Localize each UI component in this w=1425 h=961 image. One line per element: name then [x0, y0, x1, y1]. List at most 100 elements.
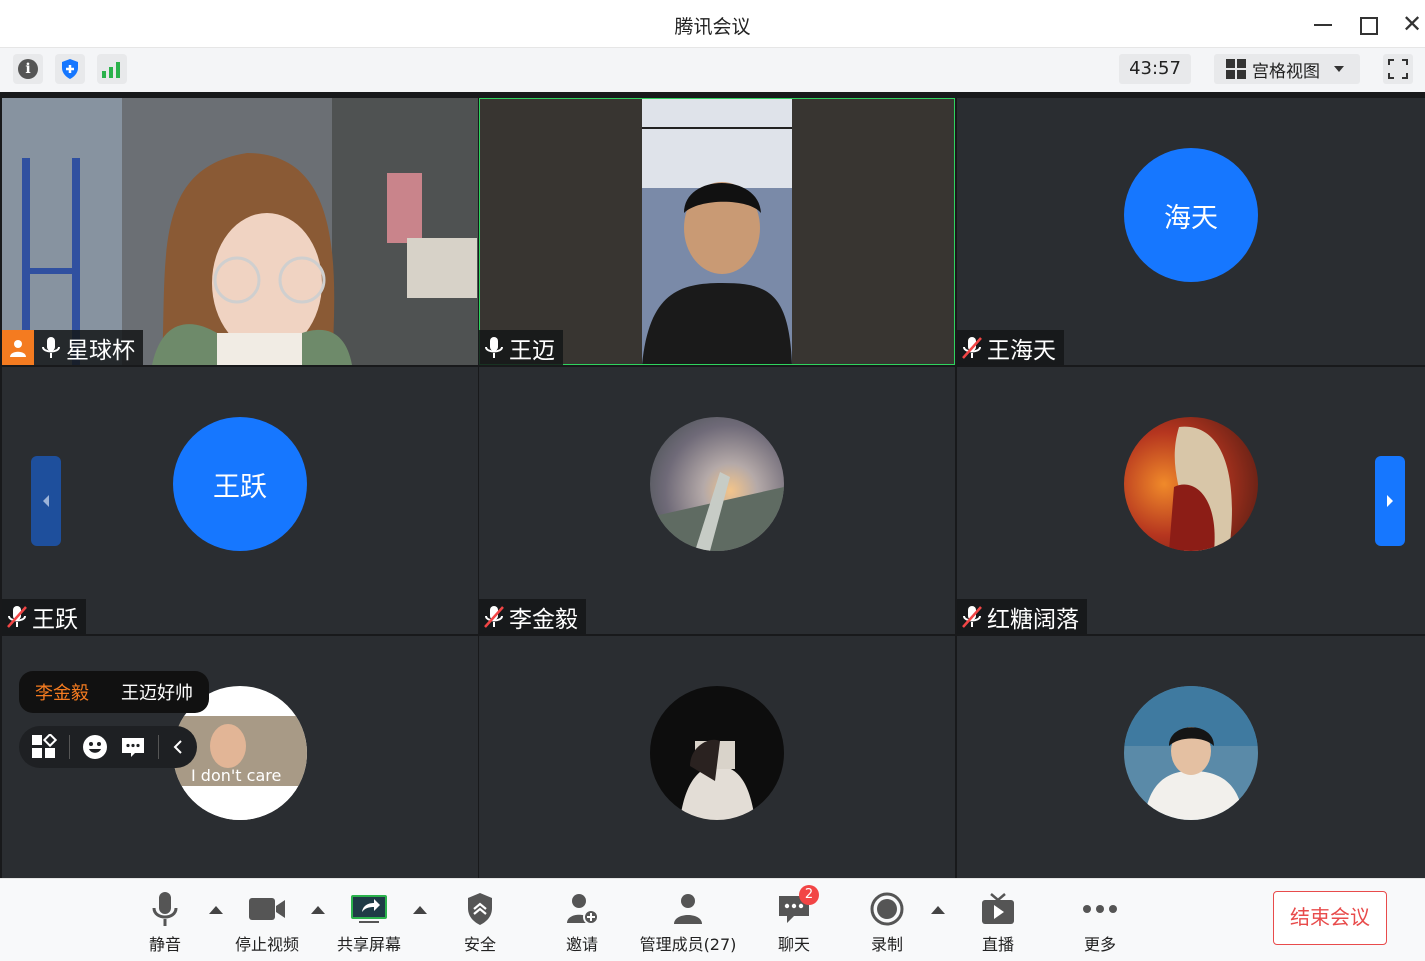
participant-name: 李金毅: [509, 606, 578, 633]
invite-label: 邀请: [565, 935, 598, 954]
prev-page-button[interactable]: [31, 456, 61, 546]
more-icon: [1083, 905, 1117, 913]
emoji-icon[interactable]: [82, 734, 108, 760]
mic-muted-icon: [7, 605, 27, 628]
info-icon[interactable]: i: [13, 54, 43, 84]
mute-button[interactable]: 静音: [120, 889, 210, 955]
mic-on-icon: [42, 336, 60, 358]
fullscreen-icon: [1388, 59, 1408, 79]
avatar: [650, 417, 784, 551]
stop-video-label: 停止视频: [234, 935, 299, 954]
participant-video-feed: [479, 98, 955, 365]
share-screen-label: 共享屏幕: [336, 935, 401, 954]
live-label: 直播: [981, 935, 1014, 954]
signal-strength-icon[interactable]: [97, 54, 127, 84]
video-options-caret[interactable]: [311, 906, 325, 914]
chat-message: 王迈好帅: [121, 683, 193, 704]
participant-name: 星球杯: [66, 337, 135, 364]
invite-button[interactable]: 邀请: [537, 889, 627, 955]
participant-tile[interactable]: [957, 636, 1425, 878]
next-page-button[interactable]: [1375, 456, 1405, 546]
share-screen-button[interactable]: 共享屏幕: [324, 889, 414, 955]
participant-name: 王迈: [509, 337, 555, 364]
share-options-caret[interactable]: [413, 906, 427, 914]
participant-tile[interactable]: 王迈: [479, 98, 955, 365]
manage-members-label: 管理成员(27): [639, 935, 737, 954]
chat-unread-badge: 2: [799, 885, 819, 905]
meeting-timer: 43:57: [1119, 54, 1191, 84]
view-mode-dropdown[interactable]: 宫格视图: [1214, 54, 1360, 84]
avatar: 海天: [1124, 148, 1258, 282]
avatar: [1124, 686, 1258, 820]
shield-icon[interactable]: [55, 54, 85, 84]
minimize-button[interactable]: [1310, 10, 1338, 38]
participant-name-bar: 红糖阔落: [957, 599, 1087, 634]
maximize-button[interactable]: [1355, 10, 1383, 38]
record-button[interactable]: 录制: [842, 889, 932, 955]
host-icon: [2, 330, 34, 365]
participant-tile[interactable]: 红糖阔落: [957, 367, 1425, 634]
avatar: [1124, 417, 1258, 551]
reaction-toolbar: [19, 726, 197, 768]
mute-options-caret[interactable]: [209, 906, 223, 914]
divider: [69, 735, 70, 759]
video-grid: 星球杯 王迈 海天 王海天 王跃 王跃 李金毅 红糖阔落 I don't car…: [0, 92, 1425, 878]
control-bar: 静音 停止视频 共享屏幕 安全 邀请 管理成员(27) 2 聊天 录制 直播 更…: [0, 878, 1425, 961]
more-button[interactable]: 更多: [1055, 889, 1145, 955]
mute-label: 静音: [148, 935, 181, 954]
record-options-caret[interactable]: [931, 906, 945, 914]
divider: [158, 735, 159, 759]
meeting-window: 腾讯会议 ✕ i 43:57 宫格视图 星球杯 王迈 海天 王海天 王跃 王跃 …: [0, 0, 1425, 961]
grid-view-icon: [1226, 59, 1246, 79]
participant-tile[interactable]: 海天 王海天: [957, 98, 1425, 365]
participant-video-feed: [2, 98, 478, 365]
avatar-caption: I don't care: [191, 766, 282, 785]
chat-button[interactable]: 2 聊天: [749, 885, 839, 955]
mic-muted-icon: [484, 605, 504, 628]
meeting-toolbar: i 43:57 宫格视图: [0, 48, 1425, 92]
participant-name-bar: 王海天: [957, 330, 1064, 365]
chat-popup[interactable]: 李金毅 王迈好帅: [19, 671, 209, 713]
security-button[interactable]: 安全: [435, 889, 525, 955]
message-icon[interactable]: [120, 734, 146, 760]
participant-name-bar: 星球杯: [2, 330, 143, 365]
apps-icon[interactable]: [31, 734, 57, 760]
view-mode-label: 宫格视图: [1252, 61, 1320, 82]
chevron-down-icon: [1334, 66, 1344, 72]
live-button[interactable]: 直播: [953, 889, 1043, 955]
avatar: [650, 686, 784, 820]
participant-name: 王跃: [32, 606, 78, 633]
participant-name-bar: 王迈: [479, 330, 563, 365]
security-shield-icon: [468, 893, 492, 925]
participant-name-bar: 王跃: [2, 599, 86, 634]
participant-name: 王海天: [987, 337, 1056, 364]
title-bar: 腾讯会议 ✕: [0, 0, 1425, 48]
participant-tile[interactable]: 王跃 王跃: [2, 367, 478, 634]
close-button[interactable]: ✕: [1398, 10, 1425, 38]
chat-label: 聊天: [777, 935, 810, 954]
more-label: 更多: [1083, 935, 1116, 954]
chat-sender: 李金毅: [35, 683, 89, 704]
security-label: 安全: [463, 935, 496, 954]
invite-user-icon: [567, 894, 599, 925]
mic-muted-icon: [962, 336, 982, 359]
record-label: 录制: [870, 935, 903, 954]
fullscreen-button[interactable]: [1383, 54, 1413, 84]
record-icon: [870, 892, 904, 926]
end-meeting-button[interactable]: 结束会议: [1273, 891, 1387, 945]
mic-muted-icon: [962, 605, 982, 628]
participant-tile[interactable]: 李金毅: [479, 367, 955, 634]
manage-members-button[interactable]: 管理成员(27): [638, 889, 738, 955]
mic-on-icon: [485, 336, 503, 358]
stop-video-button[interactable]: 停止视频: [222, 889, 312, 955]
participant-tile[interactable]: [479, 636, 955, 878]
window-title: 腾讯会议: [674, 16, 751, 38]
participant-tile[interactable]: 星球杯: [2, 98, 478, 365]
live-stream-icon: [982, 893, 1014, 924]
chevron-right-icon: [1387, 495, 1393, 507]
collapse-icon[interactable]: [171, 738, 185, 756]
chevron-left-icon: [43, 495, 49, 507]
camera-icon: [249, 898, 285, 920]
avatar: 王跃: [173, 417, 307, 551]
share-screen-icon: [351, 895, 387, 923]
